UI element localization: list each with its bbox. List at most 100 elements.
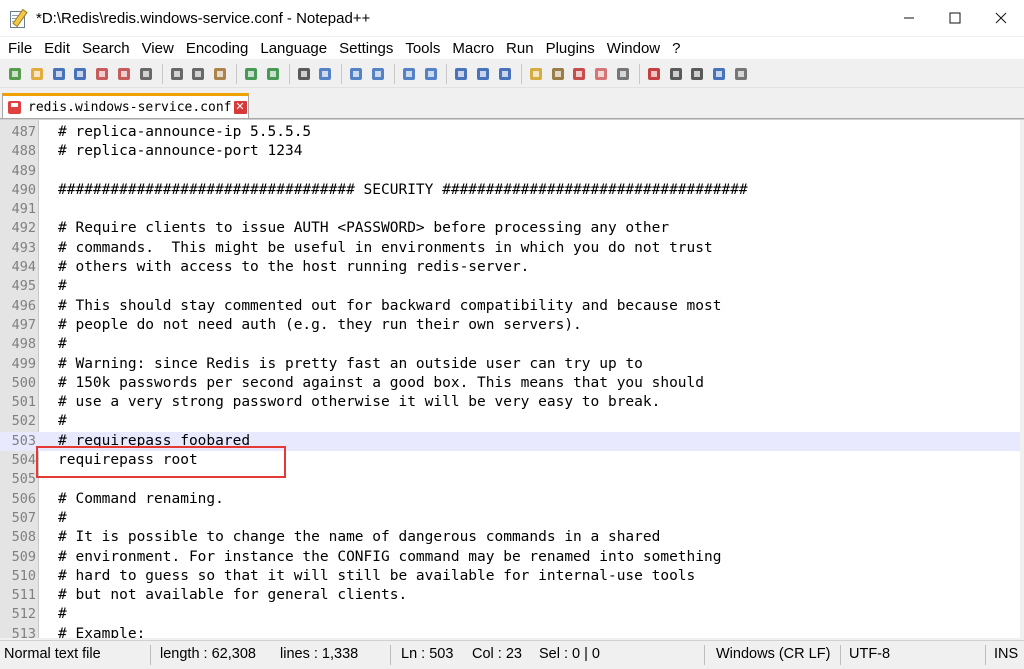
line-number: 502 [11, 413, 36, 430]
code-line[interactable]: 507 # [0, 509, 1024, 528]
zoom-in-icon[interactable] [346, 64, 366, 84]
menu-edit[interactable]: Edit [39, 40, 75, 57]
code-line[interactable]: 510 # hard to guess so that it will still… [0, 567, 1024, 586]
sync-horizontal-icon[interactable] [421, 64, 441, 84]
line-number: 503 [11, 432, 36, 449]
save-icon[interactable] [49, 64, 69, 84]
menu-view[interactable]: View [137, 40, 179, 57]
line-text: # use a very strong password otherwise i… [58, 394, 661, 411]
toolbar-separator [393, 64, 395, 84]
close-button[interactable] [978, 0, 1024, 36]
tab-close-icon[interactable]: ✕ [233, 100, 247, 114]
status-insert-mode: INS [994, 646, 1019, 662]
redo-icon[interactable] [263, 64, 283, 84]
annotation-highlight-box [36, 446, 286, 478]
save-all-icon[interactable] [70, 64, 90, 84]
folder-workspace-icon[interactable] [591, 64, 611, 84]
menu-window[interactable]: Window [602, 40, 665, 57]
code-line[interactable]: 492 # Require clients to issue AUTH <PASS… [0, 219, 1024, 238]
line-text: # commands. This might be useful in envi… [58, 239, 713, 256]
menu-bar: File Edit Search View Encoding Language … [0, 37, 1024, 59]
replace-icon[interactable] [315, 64, 335, 84]
run-macro-multiple-icon[interactable] [709, 64, 729, 84]
user-lang-icon[interactable] [526, 64, 546, 84]
code-line[interactable]: 502 # [0, 412, 1024, 431]
minimize-button[interactable] [886, 0, 932, 36]
line-number: 510 [11, 567, 36, 584]
line-number: 507 [11, 509, 36, 526]
close-all-icon[interactable] [114, 64, 134, 84]
menu-tools[interactable]: Tools [400, 40, 445, 57]
cut-icon[interactable] [167, 64, 187, 84]
line-number: 494 [11, 259, 36, 276]
code-line[interactable]: 488 # replica-announce-port 1234 [0, 142, 1024, 161]
menu-search[interactable]: Search [77, 40, 135, 57]
line-text: # It is possible to change the name of d… [58, 529, 661, 546]
menu-plugins[interactable]: Plugins [541, 40, 600, 57]
line-text: # 150k passwords per second against a go… [58, 374, 705, 391]
line-text: # Example: [58, 625, 146, 638]
code-line[interactable]: 508 # It is possible to change the name o… [0, 528, 1024, 547]
code-line[interactable]: 511 # but not available for general clien… [0, 586, 1024, 605]
show-all-chars-icon[interactable] [473, 64, 493, 84]
menu-file[interactable]: File [3, 40, 37, 57]
toolbar-separator [161, 64, 163, 84]
code-line[interactable]: 500 # 150k passwords per second against a… [0, 374, 1024, 393]
indent-guide-icon[interactable] [495, 64, 515, 84]
tab-redis-conf[interactable]: redis.windows-service.conf ✕ [2, 93, 249, 118]
print-icon[interactable] [136, 64, 156, 84]
vertical-scrollbar[interactable] [1020, 120, 1024, 638]
code-line[interactable]: 512 # [0, 605, 1024, 624]
record-macro-icon[interactable] [644, 64, 664, 84]
maximize-button[interactable] [932, 0, 978, 36]
code-line[interactable]: 489 [0, 162, 1024, 181]
menu-run[interactable]: Run [501, 40, 539, 57]
code-line[interactable]: 490 ################################## SE… [0, 181, 1024, 200]
zoom-out-icon[interactable] [368, 64, 388, 84]
function-list-icon[interactable] [569, 64, 589, 84]
line-text: # [58, 336, 67, 353]
menu-macro[interactable]: Macro [447, 40, 499, 57]
line-number: 509 [11, 548, 36, 565]
line-text: ################################## SECUR… [58, 181, 748, 198]
code-line[interactable]: 498 # [0, 335, 1024, 354]
code-line[interactable]: 495 # [0, 277, 1024, 296]
code-line[interactable]: 501 # use a very strong password otherwis… [0, 393, 1024, 412]
undo-icon[interactable] [241, 64, 261, 84]
code-line[interactable]: 496 # This should stay commented out for … [0, 297, 1024, 316]
code-line[interactable]: 499 # Warning: since Redis is pretty fast… [0, 355, 1024, 374]
window-title: *D:\Redis\redis.windows-service.conf - N… [36, 9, 371, 27]
toolbar-separator [235, 64, 237, 84]
paste-icon[interactable] [210, 64, 230, 84]
code-line[interactable]: 513 # Example: [0, 625, 1024, 638]
new-file-icon[interactable] [5, 64, 25, 84]
menu-language[interactable]: Language [255, 40, 332, 57]
code-line[interactable]: 491 [0, 200, 1024, 219]
line-number: 513 [11, 625, 36, 638]
play-macro-icon[interactable] [687, 64, 707, 84]
code-line[interactable]: 497 # people do not need auth (e.g. they … [0, 316, 1024, 335]
code-line[interactable]: 509 # environment. For instance the CONFI… [0, 548, 1024, 567]
word-wrap-icon[interactable] [451, 64, 471, 84]
monitoring-icon[interactable] [613, 64, 633, 84]
find-icon[interactable] [294, 64, 314, 84]
close-icon[interactable] [92, 64, 112, 84]
menu-settings[interactable]: Settings [334, 40, 398, 57]
open-file-icon[interactable] [27, 64, 47, 84]
code-line[interactable]: 506 # Command renaming. [0, 490, 1024, 509]
copy-icon[interactable] [188, 64, 208, 84]
doc-map-icon[interactable] [548, 64, 568, 84]
sync-vertical-icon[interactable] [399, 64, 419, 84]
menu-encoding[interactable]: Encoding [181, 40, 254, 57]
status-sel: Sel : 0 | 0 [539, 646, 600, 662]
line-text: # [58, 413, 67, 430]
code-line[interactable]: 494 # others with access to the host runn… [0, 258, 1024, 277]
code-line[interactable]: 487 # replica-announce-ip 5.5.5.5 [0, 123, 1024, 142]
status-length: length : 62,308 [160, 646, 256, 662]
stop-macro-icon[interactable] [666, 64, 686, 84]
code-line[interactable]: 493 # commands. This might be useful in e… [0, 239, 1024, 258]
menu-help[interactable]: ? [667, 40, 685, 57]
status-ln: Ln : 503 [401, 646, 454, 662]
editor[interactable]: 487 # replica-announce-ip 5.5.5.5 488 # rep… [0, 119, 1024, 638]
save-macro-icon[interactable] [731, 64, 751, 84]
